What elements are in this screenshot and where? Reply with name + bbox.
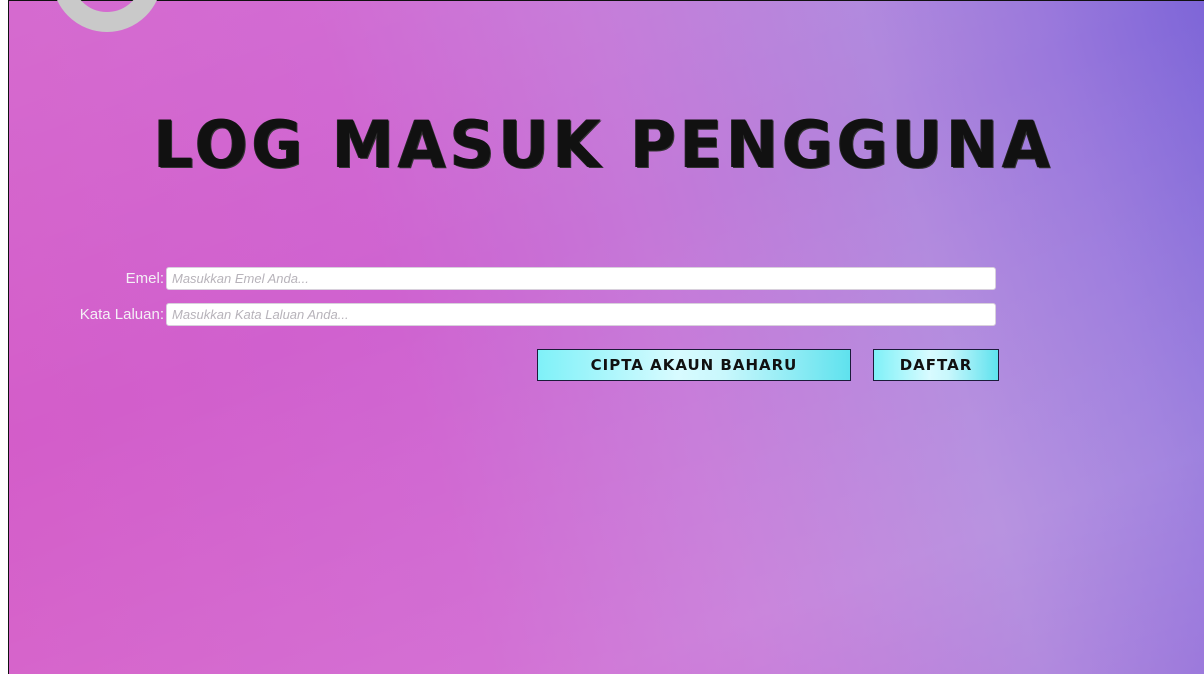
register-button[interactable]: DAFTAR (873, 349, 999, 381)
app-window (8, 0, 1204, 674)
email-label: Emel: (125, 270, 164, 287)
create-account-button[interactable]: CIPTA AKAUN BAHARU (537, 349, 851, 381)
password-field[interactable] (166, 303, 996, 326)
password-label: Kata Laluan: (79, 306, 164, 323)
email-field[interactable] (166, 267, 996, 290)
page-title: LOG MASUK PENGGUNA (153, 106, 1055, 183)
